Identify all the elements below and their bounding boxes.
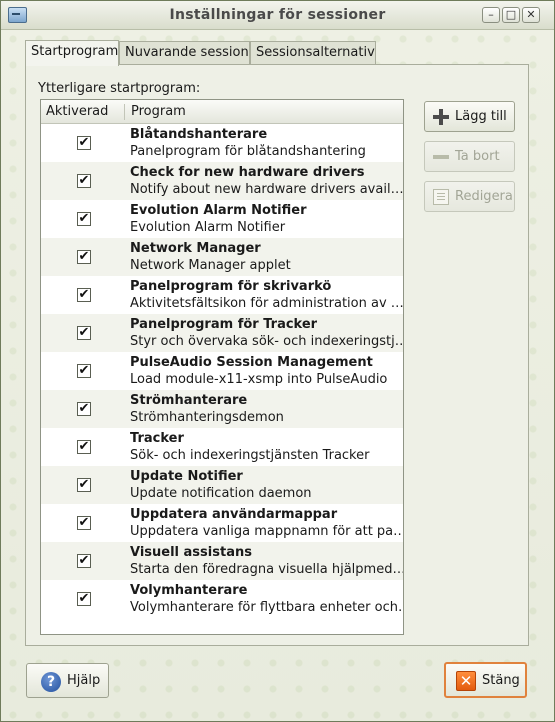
edit-icon bbox=[433, 189, 449, 205]
help-button[interactable]: ? Hjälp bbox=[26, 663, 109, 698]
list-item[interactable]: ✔ Visuell assistans Starta den föredragna … bbox=[41, 542, 404, 580]
close-icon: ✕ bbox=[456, 671, 476, 691]
remove-button[interactable]: Ta bort bbox=[424, 141, 515, 172]
enabled-checkbox[interactable]: ✔ bbox=[77, 402, 91, 416]
program-description: Evolution Alarm Notifier bbox=[130, 220, 286, 235]
help-button-label: Hjälp bbox=[67, 673, 101, 688]
tab-nuvarande-session[interactable]: Nuvarande session bbox=[119, 41, 250, 65]
close-icon[interactable]: ✕ bbox=[522, 7, 540, 23]
program-name: Visuell assistans bbox=[130, 545, 252, 560]
list-item[interactable]: ✔ Check for new hardware drivers Notify ab… bbox=[41, 162, 404, 200]
program-description: Load module-x11-xsmp into PulseAudio bbox=[130, 372, 388, 387]
list-item[interactable]: ✔ Uppdatera användarmappar Uppdatera vanli… bbox=[41, 504, 404, 542]
edit-button[interactable]: Redigera bbox=[424, 181, 515, 212]
program-name: Update Notifier bbox=[130, 469, 243, 484]
remove-icon bbox=[433, 149, 449, 165]
add-button[interactable]: Lägg till bbox=[424, 101, 515, 132]
program-description: Starta den föredragna visuella hjälpmede… bbox=[130, 562, 404, 577]
program-description: Strömhanteringsdemon bbox=[130, 410, 284, 425]
column-header-program[interactable]: Program bbox=[131, 104, 186, 119]
tab-startprogram[interactable]: Startprogram bbox=[25, 40, 119, 66]
startup-programs-list[interactable]: Aktiverad Program ✔ Blåtandshanterare Pane… bbox=[40, 99, 404, 635]
list-item[interactable]: ✔ Blåtandshanterare Panelprogram för blåta… bbox=[41, 124, 403, 162]
enabled-checkbox[interactable]: ✔ bbox=[77, 554, 91, 568]
edit-button-label: Redigera bbox=[455, 189, 513, 204]
column-separator bbox=[124, 104, 125, 120]
program-name: Evolution Alarm Notifier bbox=[130, 203, 307, 218]
program-description: Notify about new hardware drivers availa… bbox=[130, 182, 404, 197]
enabled-checkbox[interactable]: ✔ bbox=[77, 288, 91, 302]
enabled-checkbox[interactable]: ✔ bbox=[77, 326, 91, 340]
program-description: Sök- och indexeringstjänsten Tracker bbox=[130, 448, 370, 463]
section-label: Ytterligare startprogram: bbox=[38, 81, 201, 96]
program-name: Check for new hardware drivers bbox=[130, 165, 365, 180]
program-description: Volymhanterare för flyttbara enheter och… bbox=[130, 600, 404, 615]
list-item[interactable]: ✔ Network Manager Network Manager applet bbox=[41, 238, 403, 276]
close-button[interactable]: ✕ Stäng bbox=[444, 662, 527, 698]
program-description: Aktivitetsfältsikon för administration a… bbox=[130, 296, 404, 311]
program-name: Panelprogram för Tracker bbox=[130, 317, 318, 332]
list-item[interactable]: ✔ PulseAudio Session Management Load modul… bbox=[41, 352, 403, 390]
program-description: Uppdatera vanliga mappnamn för att pass.… bbox=[130, 524, 404, 539]
list-header: Aktiverad Program bbox=[41, 100, 403, 124]
program-name: Strömhanterare bbox=[130, 393, 248, 408]
list-item[interactable]: ✔ Evolution Alarm Notifier Evolution Alarm… bbox=[41, 200, 403, 238]
tab-sessionsalternativ[interactable]: Sessionsalternativ bbox=[250, 41, 376, 65]
enabled-checkbox[interactable]: ✔ bbox=[77, 516, 91, 530]
close-button-label: Stäng bbox=[482, 673, 520, 688]
program-name: Blåtandshanterare bbox=[130, 127, 268, 142]
list-item[interactable]: ✔ Volymhanterare Volymhanterare för flyttb… bbox=[41, 580, 404, 618]
program-name: PulseAudio Session Management bbox=[130, 355, 373, 370]
title-bar[interactable]: Inställningar för sessioner – □ ✕ bbox=[1, 1, 554, 30]
add-icon bbox=[433, 109, 449, 125]
enabled-checkbox[interactable]: ✔ bbox=[77, 212, 91, 226]
program-name: Volymhanterare bbox=[130, 583, 248, 598]
program-description: Styr och övervaka sök- och indexeringstj… bbox=[130, 334, 404, 349]
tab-panel-startprogram: Ytterligare startprogram: Aktiverad Prog… bbox=[25, 64, 529, 646]
session-preferences-window: Inställningar för sessioner – □ ✕ Startp… bbox=[0, 0, 555, 722]
minimize-icon[interactable]: – bbox=[482, 7, 500, 23]
column-header-enabled[interactable]: Aktiverad bbox=[46, 104, 108, 119]
enabled-checkbox[interactable]: ✔ bbox=[77, 136, 91, 150]
list-item[interactable]: ✔ Tracker Sök- och indexeringstjänsten Tra… bbox=[41, 428, 403, 466]
program-description: Panelprogram för blåtandshantering bbox=[130, 144, 366, 159]
program-description: Update notification daemon bbox=[130, 486, 312, 501]
program-name: Uppdatera användarmappar bbox=[130, 507, 338, 522]
list-item[interactable]: ✔ Panelprogram för Tracker Styr och överva… bbox=[41, 314, 404, 352]
enabled-checkbox[interactable]: ✔ bbox=[77, 174, 91, 188]
list-item[interactable]: ✔ Panelprogram för skrivarkö Aktivitetsfäl… bbox=[41, 276, 404, 314]
enabled-checkbox[interactable]: ✔ bbox=[77, 250, 91, 264]
program-name: Panelprogram för skrivarkö bbox=[130, 279, 332, 294]
program-name: Network Manager bbox=[130, 241, 261, 256]
list-item[interactable]: ✔ Strömhanterare Strömhanteringsdemon bbox=[41, 390, 403, 428]
program-description: Network Manager applet bbox=[130, 258, 291, 273]
enabled-checkbox[interactable]: ✔ bbox=[77, 440, 91, 454]
maximize-icon[interactable]: □ bbox=[502, 7, 520, 23]
remove-button-label: Ta bort bbox=[455, 149, 500, 164]
add-button-label: Lägg till bbox=[455, 109, 507, 124]
program-name: Tracker bbox=[130, 431, 184, 446]
window-title: Inställningar för sessioner bbox=[169, 7, 386, 23]
enabled-checkbox[interactable]: ✔ bbox=[77, 364, 91, 378]
enabled-checkbox[interactable]: ✔ bbox=[77, 478, 91, 492]
list-item[interactable]: ✔ Update Notifier Update notification daem… bbox=[41, 466, 403, 504]
help-icon: ? bbox=[41, 672, 61, 692]
enabled-checkbox[interactable]: ✔ bbox=[77, 592, 91, 606]
